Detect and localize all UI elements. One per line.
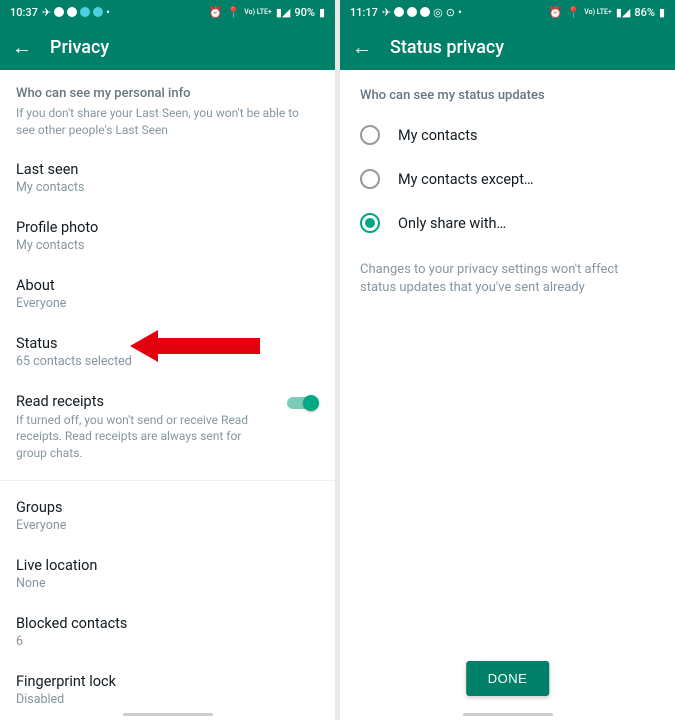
section-header-status: Who can see my status updates <box>340 70 675 113</box>
radio-icon <box>360 169 380 189</box>
setting-label: About <box>16 277 319 294</box>
status-time: 11:17 <box>350 6 378 19</box>
alarm-icon: ⏰ <box>209 6 223 19</box>
done-button[interactable]: DONE <box>466 661 550 696</box>
setting-label: Status <box>16 335 319 352</box>
location-icon: 📍 <box>567 6 581 19</box>
setting-value: Everyone <box>16 518 319 533</box>
setting-value: My contacts <box>16 238 319 253</box>
radio-option-contacts-except[interactable]: My contacts except… <box>340 157 675 201</box>
lte-indicator: Vo) LTE+ <box>244 9 272 16</box>
status-icons-left: ✈• <box>42 6 110 19</box>
setting-value: None <box>16 576 319 591</box>
page-title: Status privacy <box>390 37 504 58</box>
radio-label: My contacts except… <box>398 171 534 188</box>
setting-blocked-contacts[interactable]: Blocked contacts 6 <box>0 603 335 661</box>
radio-label: My contacts <box>398 127 477 144</box>
setting-label: Fingerprint lock <box>16 673 319 690</box>
radio-option-my-contacts[interactable]: My contacts <box>340 113 675 157</box>
radio-icon-checked <box>360 213 380 233</box>
privacy-note: Changes to your privacy settings won't a… <box>340 245 675 313</box>
radio-label: Only share with… <box>398 215 506 232</box>
nav-handle <box>123 713 213 716</box>
back-icon[interactable]: ← <box>352 35 372 60</box>
toggle-thumb <box>303 395 319 411</box>
setting-status[interactable]: Status 65 contacts selected <box>0 323 335 381</box>
screen-privacy: 10:37 ✈• ⏰ 📍 Vo) LTE+ ▮◢ 90% ▮ ← Privacy… <box>0 0 335 720</box>
status-bar: 11:17 ✈◎⊙• ⏰ 📍 Vo) LTE+ ▮◢ 86% ▮ <box>340 0 675 24</box>
battery-icon: ▮ <box>659 6 665 19</box>
battery-icon: ▮ <box>319 6 325 19</box>
setting-value: My contacts <box>16 180 319 195</box>
setting-value: 65 contacts selected <box>16 354 319 369</box>
setting-label: Live location <box>16 557 319 574</box>
setting-value: 6 <box>16 634 319 649</box>
radio-option-only-share-with[interactable]: Only share with… <box>340 201 675 245</box>
setting-groups[interactable]: Groups Everyone <box>0 487 335 545</box>
setting-label: Read receipts <box>16 393 319 410</box>
privacy-content: Who can see my personal info If you don'… <box>0 70 335 720</box>
setting-desc: If turned off, you won't send or receive… <box>16 412 319 462</box>
battery-percent: 86% <box>634 6 655 19</box>
setting-profile-photo[interactable]: Profile photo My contacts <box>0 207 335 265</box>
app-bar: ← Status privacy <box>340 24 675 70</box>
status-bar: 10:37 ✈• ⏰ 📍 Vo) LTE+ ▮◢ 90% ▮ <box>0 0 335 24</box>
signal-icon: ▮◢ <box>616 6 631 19</box>
status-icons-left: ✈◎⊙• <box>382 6 462 19</box>
lte-indicator: Vo) LTE+ <box>584 9 612 16</box>
setting-read-receipts[interactable]: Read receipts If turned off, you won't s… <box>0 381 335 474</box>
setting-fingerprint-lock[interactable]: Fingerprint lock Disabled <box>0 661 335 719</box>
location-icon: 📍 <box>227 6 241 19</box>
status-time: 10:37 <box>10 6 38 19</box>
radio-icon <box>360 125 380 145</box>
nav-handle <box>463 713 553 716</box>
app-bar: ← Privacy <box>0 24 335 70</box>
setting-label: Profile photo <box>16 219 319 236</box>
signal-icon: ▮◢ <box>276 6 291 19</box>
battery-percent: 90% <box>294 6 315 19</box>
setting-value: Everyone <box>16 296 319 311</box>
alarm-icon: ⏰ <box>549 6 563 19</box>
divider <box>0 480 335 481</box>
section-desc-personal: If you don't share your Last Seen, you w… <box>0 105 335 149</box>
setting-label: Last seen <box>16 161 319 178</box>
screen-status-privacy: 11:17 ✈◎⊙• ⏰ 📍 Vo) LTE+ ▮◢ 86% ▮ ← Statu… <box>340 0 675 720</box>
setting-live-location[interactable]: Live location None <box>0 545 335 603</box>
back-icon[interactable]: ← <box>12 35 32 60</box>
setting-about[interactable]: About Everyone <box>0 265 335 323</box>
section-header-personal: Who can see my personal info <box>0 70 335 105</box>
page-title: Privacy <box>50 37 109 58</box>
setting-label: Blocked contacts <box>16 615 319 632</box>
setting-label: Groups <box>16 499 319 516</box>
setting-value: Disabled <box>16 692 319 707</box>
setting-last-seen[interactable]: Last seen My contacts <box>0 149 335 207</box>
read-receipts-toggle[interactable] <box>287 395 319 411</box>
status-privacy-content: Who can see my status updates My contact… <box>340 70 675 720</box>
